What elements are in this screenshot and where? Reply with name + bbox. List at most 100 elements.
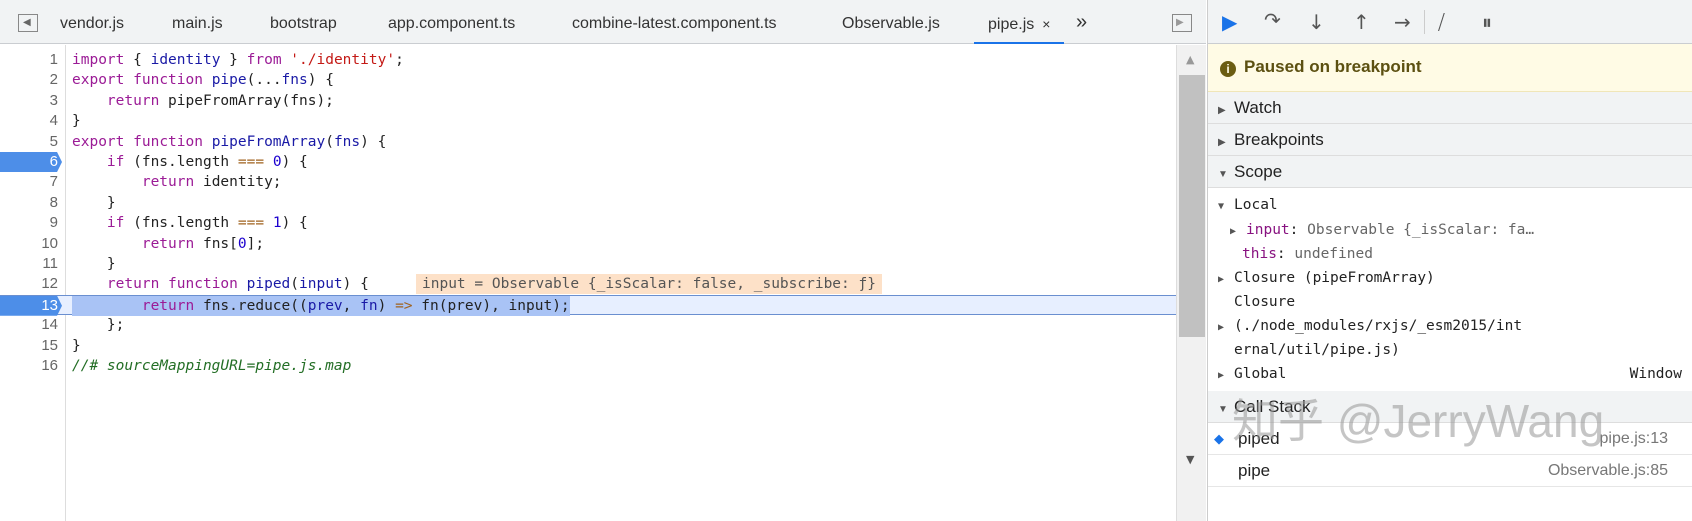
- line-number[interactable]: 11: [0, 254, 62, 274]
- code-text: return fns[0];: [141, 235, 265, 252]
- toggle-debugger-icon[interactable]: ▶: [1172, 14, 1192, 32]
- code-line[interactable]: 2 export function pipe(...fns) {: [0, 70, 1176, 90]
- code-text: return identity;: [141, 174, 282, 191]
- more-tabs-button[interactable]: »: [1076, 0, 1087, 44]
- inline-value-preview: input = Observable {_isScalar: false, _s…: [416, 274, 882, 295]
- watch-section[interactable]: ▶ Watch: [1208, 92, 1692, 124]
- toolbar-divider: [1424, 10, 1425, 34]
- scope-local[interactable]: ▼ Local: [1218, 194, 1692, 219]
- pause-on-exceptions-icon[interactable]: ⏸: [1482, 10, 1492, 34]
- code-text: //# sourceMappingURL=pipe.js.map: [72, 358, 352, 374]
- scope-label: Scope: [1234, 162, 1283, 181]
- step-into-icon[interactable]: ↓: [1308, 10, 1325, 34]
- expand-icon: ▶: [1218, 105, 1226, 116]
- code-text: if (fns.length === 1) {: [106, 215, 308, 232]
- scope-var-input[interactable]: ▶ input: Observable {_isScalar: fa…: [1218, 219, 1692, 244]
- scroll-down-icon[interactable]: ▼: [1186, 453, 1194, 466]
- line-number[interactable]: 10: [0, 234, 62, 254]
- info-icon: i: [1220, 61, 1236, 77]
- code-text: import { identity } from './identity';: [72, 52, 404, 68]
- current-frame-icon: ◆: [1214, 431, 1224, 446]
- code-line[interactable]: 4}: [0, 111, 1176, 131]
- code-text: export function pipeFromArray(fns) {: [72, 133, 387, 150]
- line-number[interactable]: 12: [0, 274, 62, 294]
- line-number[interactable]: 8: [0, 193, 62, 213]
- line-number[interactable]: 5: [0, 132, 62, 152]
- line-number[interactable]: 9: [0, 213, 62, 233]
- line-number[interactable]: 7: [0, 172, 62, 192]
- debugger-sidebar: ▶ ↷ ↓ ↑ → ⧸ ⏸ i Paused on breakpoint ▶ Wat…: [1207, 0, 1692, 521]
- tab-vendor-js[interactable]: vendor.js: [60, 0, 124, 44]
- code-text: return function piped(input) {input = Ob…: [72, 274, 882, 295]
- code-line[interactable]: 7 return identity;: [0, 172, 1176, 192]
- step-out-icon[interactable]: ↑: [1353, 10, 1370, 34]
- tab-bootstrap[interactable]: bootstrap: [270, 0, 337, 44]
- code-text: return pipeFromArray(fns);: [106, 92, 334, 109]
- breakpoints-label: Breakpoints: [1234, 130, 1324, 149]
- tab-main-js[interactable]: main.js: [172, 0, 223, 44]
- collapse-icon: ▼: [1218, 169, 1228, 180]
- debugger-toolbar: ▶ ↷ ↓ ↑ → ⧸ ⏸: [1208, 0, 1692, 44]
- expand-icon: ▶: [1218, 137, 1226, 148]
- code-line[interactable]: 3 return pipeFromArray(fns);: [0, 91, 1176, 111]
- code-line[interactable]: 5 export function pipeFromArray(fns) {: [0, 132, 1176, 152]
- paused-banner: i Paused on breakpoint: [1208, 44, 1692, 92]
- code-text: }: [72, 337, 81, 354]
- code-line[interactable]: 10 return fns[0];: [0, 234, 1176, 254]
- toggle-navigator-icon[interactable]: ◀: [18, 14, 38, 32]
- scope-closure-pipefromarray[interactable]: ▶ Closure (pipeFromArray): [1218, 267, 1692, 292]
- code-text: return fns.reduce((prev, fn) => fn(prev)…: [72, 295, 570, 316]
- code-text: }: [72, 113, 81, 130]
- call-stack-section[interactable]: ▼ Call Stack: [1208, 391, 1692, 423]
- collapse-icon: ▼: [1218, 404, 1228, 415]
- code-line[interactable]: 12 return function piped(input) {input =…: [0, 274, 1176, 295]
- scroll-up-icon[interactable]: ▲: [1186, 53, 1194, 66]
- code-text: }: [72, 194, 116, 211]
- line-number[interactable]: 16: [0, 356, 62, 376]
- code-line[interactable]: 15}: [0, 336, 1176, 356]
- line-number[interactable]: 3: [0, 91, 62, 111]
- code-line[interactable]: 8 }: [0, 193, 1176, 213]
- line-number[interactable]: 15: [0, 336, 62, 356]
- scope-closure-module[interactable]: Closure ▶ (./node_modules/rxjs/_esm2015/in…: [1218, 291, 1692, 363]
- breakpoints-section[interactable]: ▶ Breakpoints: [1208, 124, 1692, 156]
- tab-combine-latest[interactable]: combine-latest.component.ts: [572, 0, 777, 44]
- breakpoint-line-number[interactable]: 6: [0, 152, 62, 172]
- breakpoint-line-number[interactable]: 13: [0, 295, 62, 316]
- editor-tab-bar: ◀ vendor.js main.js bootstrap app.compon…: [0, 0, 1206, 44]
- code-text: };: [72, 317, 125, 334]
- tab-app-component[interactable]: app.component.ts: [388, 0, 515, 44]
- tab-pipe-js[interactable]: pipe.js ×: [974, 0, 1065, 44]
- tab-observable-js[interactable]: Observable.js: [842, 0, 940, 44]
- code-line[interactable]: 14 };: [0, 315, 1176, 335]
- code-text: if (fns.length === 0) {: [106, 154, 308, 170]
- resume-icon[interactable]: ▶: [1222, 10, 1237, 34]
- call-frame-piped[interactable]: ◆ piped pipe.js:13: [1208, 423, 1692, 455]
- code-line[interactable]: 11 }: [0, 254, 1176, 274]
- scope-var-this: this: undefined: [1242, 246, 1373, 262]
- code-line[interactable]: 1 import { identity } from './identity';: [0, 50, 1176, 70]
- code-editor[interactable]: 1 import { identity } from './identity'; 2…: [0, 45, 1176, 521]
- watch-label: Watch: [1234, 98, 1282, 117]
- scope-tree: ▼ Local ▶ input: Observable {_isScalar: fa…: [1208, 188, 1692, 387]
- step-icon[interactable]: →: [1394, 10, 1411, 34]
- code-text: export function pipe(...fns) {: [72, 72, 334, 89]
- code-line[interactable]: 16 //# sourceMappingURL=pipe.js.map: [0, 356, 1176, 376]
- scope-global[interactable]: ▶ Global Window: [1218, 363, 1692, 388]
- scrollbar-thumb[interactable]: [1179, 75, 1205, 337]
- line-number[interactable]: 1: [0, 50, 62, 70]
- line-number[interactable]: 14: [0, 315, 62, 335]
- deactivate-breakpoints-icon[interactable]: ⧸: [1438, 10, 1445, 34]
- call-stack-label: Call Stack: [1234, 397, 1311, 416]
- step-over-icon[interactable]: ↷: [1264, 8, 1281, 32]
- editor-scrollbar[interactable]: ▲ ▼: [1176, 45, 1206, 521]
- line-number[interactable]: 4: [0, 111, 62, 131]
- code-line[interactable]: 6 if (fns.length === 0) {: [0, 152, 1176, 172]
- call-frame-pipe[interactable]: pipe Observable.js:85: [1208, 455, 1692, 487]
- line-number[interactable]: 2: [0, 70, 62, 90]
- scope-section[interactable]: ▼ Scope: [1208, 156, 1692, 188]
- code-line[interactable]: 13 return fns.reduce((prev, fn) => fn(pr…: [0, 294, 1176, 316]
- code-line[interactable]: 9 if (fns.length === 1) {: [0, 213, 1176, 233]
- close-tab-icon[interactable]: ×: [1042, 16, 1050, 32]
- tab-label: pipe.js: [988, 16, 1035, 33]
